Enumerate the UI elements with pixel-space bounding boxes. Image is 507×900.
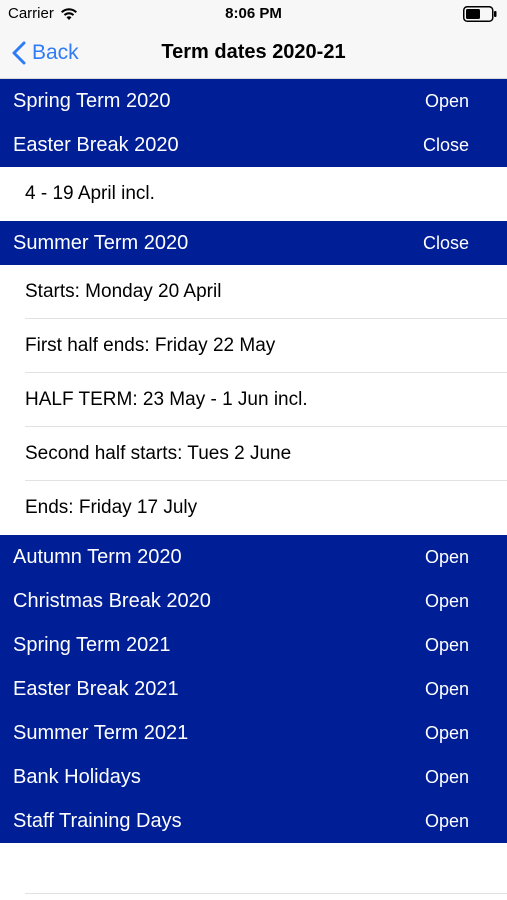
section-header-spring-term-2021[interactable]: Spring Term 2021 Open bbox=[0, 623, 507, 667]
section-title: Summer Term 2020 bbox=[13, 231, 189, 254]
list-item: 4 - 19 April incl. bbox=[0, 167, 507, 221]
section-toggle[interactable]: Open bbox=[425, 91, 469, 112]
list-item: First half ends: Friday 22 May bbox=[0, 319, 507, 373]
list-item: Ends: Friday 17 July bbox=[0, 481, 507, 535]
section-toggle[interactable]: Open bbox=[425, 547, 469, 568]
list-item: Second half starts: Tues 2 June bbox=[0, 427, 507, 481]
status-time: 8:06 PM bbox=[225, 5, 282, 22]
list-item-text: Ends: Friday 17 July bbox=[25, 497, 198, 518]
list-item-text: Second half starts: Tues 2 June bbox=[25, 443, 292, 464]
section-title: Staff Training Days bbox=[13, 809, 182, 832]
list-item-text: Starts: Monday 20 April bbox=[25, 281, 222, 302]
section-header-autumn-term-2020[interactable]: Autumn Term 2020 Open bbox=[0, 535, 507, 579]
status-bar: Carrier 8:06 PM bbox=[0, 0, 507, 28]
section-header-easter-break-2020[interactable]: Easter Break 2020 Close bbox=[0, 123, 507, 167]
term-dates-list: Spring Term 2020 Open Easter Break 2020 … bbox=[0, 79, 507, 843]
section-toggle[interactable]: Open bbox=[425, 591, 469, 612]
section-title: Spring Term 2020 bbox=[13, 89, 171, 112]
section-header-summer-term-2020[interactable]: Summer Term 2020 Close bbox=[0, 221, 507, 265]
section-toggle[interactable]: Close bbox=[423, 135, 469, 156]
list-item-text: 4 - 19 April incl. bbox=[25, 183, 155, 204]
section-header-easter-break-2021[interactable]: Easter Break 2021 Open bbox=[0, 667, 507, 711]
divider bbox=[25, 893, 507, 894]
navigation-bar: Back Term dates 2020-21 bbox=[0, 28, 507, 79]
section-header-staff-training-days[interactable]: Staff Training Days Open bbox=[0, 799, 507, 843]
list-item: HALF TERM: 23 May - 1 Jun incl. bbox=[0, 373, 507, 427]
section-title: Bank Holidays bbox=[13, 765, 141, 788]
section-title: Autumn Term 2020 bbox=[13, 545, 182, 568]
section-title: Summer Term 2021 bbox=[13, 721, 189, 744]
section-title: Easter Break 2020 bbox=[13, 133, 179, 156]
section-header-christmas-break-2020[interactable]: Christmas Break 2020 Open bbox=[0, 579, 507, 623]
section-toggle[interactable]: Open bbox=[425, 723, 469, 744]
section-title: Easter Break 2021 bbox=[13, 677, 179, 700]
section-toggle[interactable]: Close bbox=[423, 233, 469, 254]
section-toggle[interactable]: Open bbox=[425, 635, 469, 656]
section-header-spring-term-2020[interactable]: Spring Term 2020 Open bbox=[0, 79, 507, 123]
list-item-text: HALF TERM: 23 May - 1 Jun incl. bbox=[25, 389, 308, 410]
battery-icon bbox=[463, 6, 497, 22]
section-toggle[interactable]: Open bbox=[425, 767, 469, 788]
section-header-summer-term-2021[interactable]: Summer Term 2021 Open bbox=[0, 711, 507, 755]
section-toggle[interactable]: Open bbox=[425, 811, 469, 832]
list-item: Starts: Monday 20 April bbox=[0, 265, 507, 319]
section-title: Spring Term 2021 bbox=[13, 633, 171, 656]
section-header-bank-holidays[interactable]: Bank Holidays Open bbox=[0, 755, 507, 799]
list-item-text: First half ends: Friday 22 May bbox=[25, 335, 276, 356]
page-title: Term dates 2020-21 bbox=[161, 41, 346, 63]
section-toggle[interactable]: Open bbox=[425, 679, 469, 700]
section-title: Christmas Break 2020 bbox=[13, 589, 211, 612]
